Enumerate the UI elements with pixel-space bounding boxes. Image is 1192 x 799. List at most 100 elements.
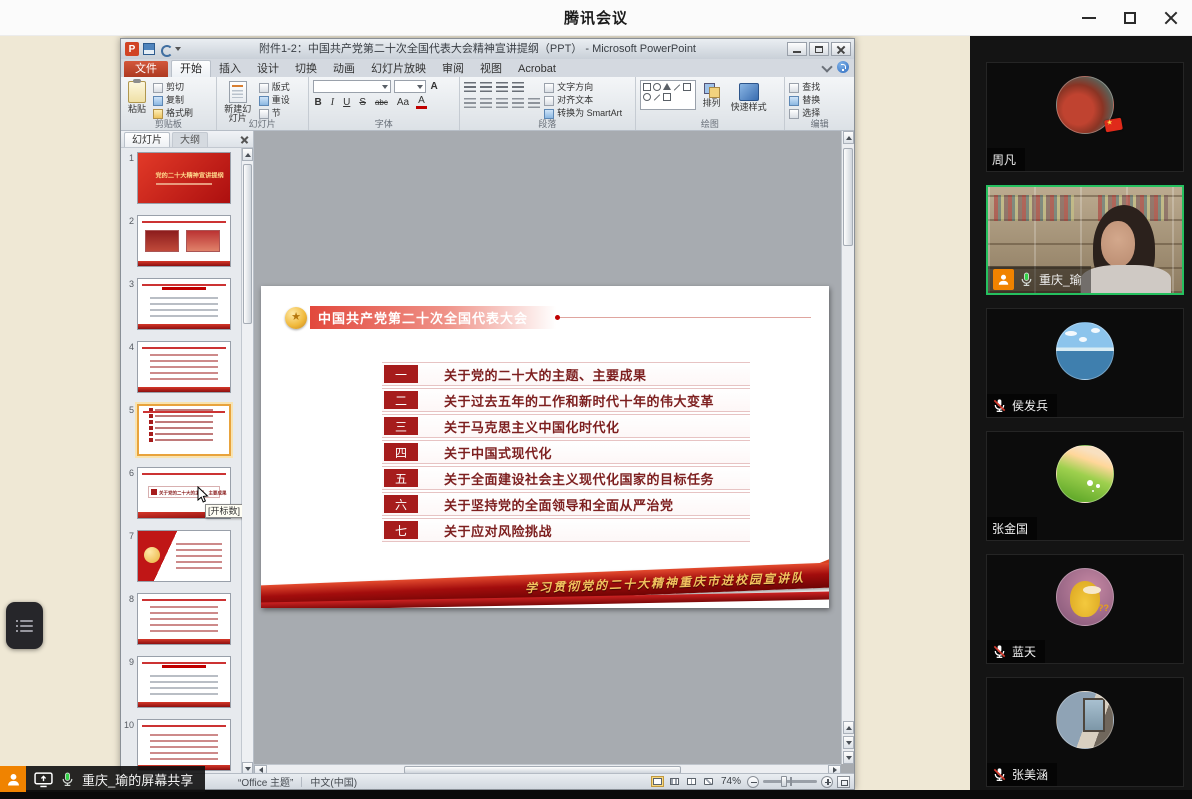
next-slide-icon[interactable] bbox=[843, 736, 854, 749]
font-name-dropdown[interactable] bbox=[313, 80, 391, 93]
tab-animations[interactable]: 动画 bbox=[325, 61, 363, 77]
find-button[interactable]: 查找 bbox=[789, 82, 820, 93]
normal-view-icon[interactable] bbox=[651, 776, 664, 787]
tab-acrobat[interactable]: Acrobat bbox=[510, 61, 564, 77]
numbering-icon[interactable] bbox=[480, 82, 492, 93]
ppt-close-icon[interactable] bbox=[831, 42, 851, 56]
previous-slide-icon[interactable] bbox=[843, 721, 854, 734]
panel-scroll-up-icon[interactable] bbox=[242, 148, 253, 161]
layout-button[interactable]: 版式 bbox=[259, 82, 290, 93]
slide-canvas[interactable]: 中国共产党第二十次全国代表大会 一关于党的二十大的主题、主要成果 二关于过去五年… bbox=[261, 286, 829, 608]
reading-view-icon[interactable] bbox=[685, 776, 698, 787]
participant-tile-lantian[interactable]: ?? 蓝天 bbox=[986, 554, 1184, 664]
help-icon[interactable] bbox=[837, 61, 849, 73]
close-icon[interactable] bbox=[1164, 11, 1178, 25]
zoom-out-icon[interactable] bbox=[747, 776, 759, 788]
participant-tile-houfabing[interactable]: 侯发兵 bbox=[986, 308, 1184, 418]
align-right-icon[interactable] bbox=[496, 98, 508, 109]
font-size-dropdown[interactable] bbox=[394, 80, 426, 93]
justify-icon[interactable] bbox=[512, 98, 524, 109]
columns-icon[interactable] bbox=[528, 98, 540, 109]
copy-button[interactable]: 复制 bbox=[153, 95, 193, 106]
vertical-scrollbar[interactable] bbox=[841, 131, 854, 764]
ribbon-pin-icon[interactable] bbox=[821, 61, 832, 72]
format-painter-button[interactable]: 格式刷 bbox=[153, 108, 193, 119]
save-icon[interactable] bbox=[143, 43, 155, 55]
change-case-button[interactable]: Aa bbox=[395, 96, 411, 109]
section-button[interactable]: 节 bbox=[259, 108, 290, 119]
replace-button[interactable]: 替换 bbox=[789, 95, 820, 106]
tencent-meeting-window: 腾讯会议 P 附件1-2：中国共产党第二十次全国代表大会精神宣讲提纲（PPT） … bbox=[0, 0, 1192, 799]
indent-increase-icon[interactable] bbox=[512, 82, 524, 93]
quick-styles-button[interactable]: 快速样式 bbox=[728, 82, 770, 113]
shapes-gallery[interactable] bbox=[640, 80, 696, 110]
tab-file[interactable]: 文件 bbox=[124, 61, 168, 77]
fit-to-window-icon[interactable] bbox=[837, 776, 850, 788]
smartart-button[interactable]: 转换为 SmartArt bbox=[544, 108, 622, 119]
slide-thumbnail-10[interactable]: 10 bbox=[121, 719, 242, 771]
slideshow-view-icon[interactable] bbox=[702, 776, 715, 787]
slide-thumbnail-1[interactable]: 1 党的二十大精神宣讲提纲 bbox=[121, 152, 242, 204]
new-slide-button[interactable]: 新建幻灯片 bbox=[221, 80, 255, 124]
indent-decrease-icon[interactable] bbox=[496, 82, 508, 93]
select-button[interactable]: 选择 bbox=[789, 108, 820, 119]
zoom-in-icon[interactable] bbox=[821, 776, 833, 788]
cut-button[interactable]: 剪切 bbox=[153, 82, 193, 93]
arrange-button[interactable]: 排列 bbox=[700, 82, 724, 109]
scroll-down-icon[interactable] bbox=[843, 751, 854, 764]
reset-button[interactable]: 重设 bbox=[259, 95, 290, 106]
ppt-minimize-icon[interactable] bbox=[787, 42, 807, 56]
bold-button[interactable]: B bbox=[313, 96, 324, 109]
cut-icon bbox=[153, 83, 163, 93]
language-indicator[interactable]: 中文(中国) bbox=[310, 774, 357, 789]
tab-slideshow[interactable]: 幻灯片放映 bbox=[363, 61, 434, 77]
panel-close-icon[interactable] bbox=[239, 134, 250, 145]
text-direction-button[interactable]: 文字方向 bbox=[544, 82, 622, 93]
undo-icon[interactable] bbox=[159, 43, 171, 55]
slide-thumbnail-4[interactable]: 4 bbox=[121, 341, 242, 393]
align-left-icon[interactable] bbox=[464, 98, 476, 109]
tab-insert[interactable]: 插入 bbox=[211, 61, 249, 77]
tab-transitions[interactable]: 切换 bbox=[287, 61, 325, 77]
tab-view[interactable]: 视图 bbox=[472, 61, 510, 77]
slide-thumbnail-9[interactable]: 9 bbox=[121, 656, 242, 708]
slide-thumbnail-2[interactable]: 2 bbox=[121, 215, 242, 267]
tab-design[interactable]: 设计 bbox=[249, 61, 287, 77]
find-icon bbox=[789, 83, 799, 93]
align-center-icon[interactable] bbox=[480, 98, 492, 109]
slide-thumbnail-3[interactable]: 3 bbox=[121, 278, 242, 330]
tab-outline[interactable]: 大纲 bbox=[172, 132, 208, 147]
panel-scroll-thumb[interactable] bbox=[243, 164, 252, 324]
tab-review[interactable]: 审阅 bbox=[434, 61, 472, 77]
zoom-slider-thumb[interactable] bbox=[781, 776, 787, 787]
zoom-slider[interactable] bbox=[763, 780, 817, 783]
minimize-icon[interactable] bbox=[1082, 17, 1096, 19]
participant-tile-zhoufan[interactable]: 周凡 bbox=[986, 62, 1184, 172]
maximize-icon[interactable] bbox=[1124, 12, 1136, 24]
vertical-scroll-thumb[interactable] bbox=[843, 148, 853, 246]
paste-button[interactable]: 粘贴 bbox=[125, 80, 149, 115]
slide-thumbnail-8[interactable]: 8 bbox=[121, 593, 242, 645]
slide-thumbnail-7[interactable]: 7 bbox=[121, 530, 242, 582]
ppt-restore-icon[interactable] bbox=[809, 42, 829, 56]
bullets-icon[interactable] bbox=[464, 82, 476, 93]
tab-home[interactable]: 开始 bbox=[171, 60, 211, 77]
panel-scrollbar[interactable] bbox=[241, 148, 253, 775]
scroll-up-icon[interactable] bbox=[843, 131, 854, 144]
underline-button[interactable]: U bbox=[341, 96, 352, 109]
clear-formatting-button[interactable]: abc bbox=[373, 96, 390, 109]
meeting-toolbar-toggle-button[interactable] bbox=[6, 602, 43, 649]
slide-thumbnail-5-selected[interactable]: 5 bbox=[121, 404, 242, 456]
participant-tile-chongqing-yu[interactable]: 重庆_瑜 bbox=[986, 185, 1184, 295]
align-text-button[interactable]: 对齐文本 bbox=[544, 95, 622, 106]
powerpoint-logo-icon[interactable]: P bbox=[125, 42, 139, 56]
participant-tile-zhangmeihan[interactable]: 张美涵 bbox=[986, 677, 1184, 787]
italic-button[interactable]: I bbox=[329, 96, 336, 109]
font-color-button[interactable]: A bbox=[416, 96, 427, 109]
tab-slides-thumbnails[interactable]: 幻灯片 bbox=[124, 132, 170, 147]
participant-tile-zhangjinguo[interactable]: 张金国 bbox=[986, 431, 1184, 541]
grow-font-button[interactable]: A bbox=[429, 80, 440, 93]
strikethrough-button[interactable]: S bbox=[357, 96, 368, 109]
qat-dropdown-icon[interactable] bbox=[175, 47, 181, 51]
slide-sorter-view-icon[interactable] bbox=[668, 776, 681, 787]
